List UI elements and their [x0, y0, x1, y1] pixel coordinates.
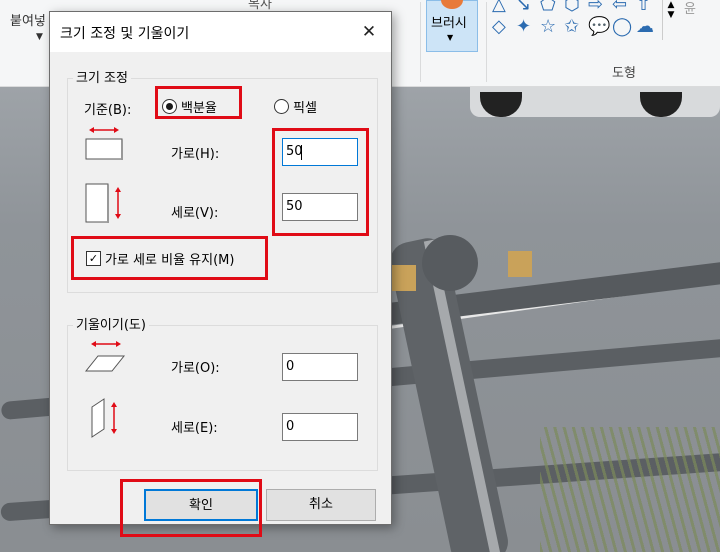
brush-icon [441, 0, 463, 9]
shape-option[interactable]: ⬡ [564, 0, 580, 14]
shape-option[interactable]: ☁ [636, 18, 654, 36]
chevron-down-icon: ▼ [447, 33, 454, 42]
railing-joint [422, 235, 478, 291]
resize-group-label: 크기 조정 [73, 67, 131, 86]
shape-option[interactable]: ◇ [492, 18, 506, 36]
vertical-label: 세로(V): [171, 206, 219, 221]
shape-option[interactable]: △ [492, 0, 506, 14]
brush-label: 브러시 [431, 16, 467, 31]
shape-option[interactable]: ◯ [612, 18, 632, 36]
skew-vertical-value: 0 [286, 419, 295, 434]
reflector-band [392, 265, 416, 291]
skew-horizontal-label: 가로(O): [171, 361, 220, 376]
basis-label: 기준(B): [84, 103, 132, 118]
shapes-group-label: 도형 [612, 66, 636, 81]
shape-option[interactable]: ↘ [516, 0, 531, 14]
shape-option[interactable]: 💬 [588, 18, 610, 36]
shapes-gallery[interactable]: △ ↘ ⬠ ⬡ ⇨ ⇦ ⇧ ◇ ✦ ☆ ✩ 💬 ◯ ☁ [492, 0, 662, 40]
pixel-radio-label: 픽셀 [293, 101, 317, 116]
skew-horizontal-input[interactable]: 0 [282, 353, 358, 381]
shape-option[interactable]: ✩ [564, 18, 579, 36]
skew-vertical-label: 세로(E): [171, 421, 218, 436]
cancel-button[interactable]: 취소 [266, 489, 376, 521]
shape-option[interactable]: ☆ [540, 18, 556, 36]
grass [540, 427, 720, 552]
radio-button[interactable] [274, 99, 289, 114]
resize-vertical-icon [85, 183, 121, 223]
shape-option[interactable]: ⇦ [612, 0, 627, 14]
dialog-titlebar[interactable]: 크기 조정 및 기울이기 ✕ [50, 12, 391, 52]
paste-button[interactable]: 붙여넣 [10, 10, 46, 29]
highlight-box-percent [155, 86, 242, 119]
shape-option[interactable]: ⬠ [540, 0, 556, 14]
pixel-radio[interactable]: 픽셀 [274, 97, 354, 117]
skew-group-label: 기울이기(도) [73, 314, 149, 333]
shape-option[interactable]: ✦ [516, 18, 531, 36]
skew-vertical-icon [91, 398, 117, 438]
brush-button[interactable]: 브러시 ▼ [426, 0, 478, 52]
close-button[interactable]: ✕ [354, 18, 384, 46]
highlight-box-ok [120, 479, 262, 537]
highlight-box-size-fields [272, 128, 369, 236]
shapes-scroll-button[interactable]: ▲ ▼ [662, 0, 679, 40]
close-icon: ✕ [361, 22, 377, 42]
skew-vertical-input[interactable]: 0 [282, 413, 358, 441]
horizontal-label: 가로(H): [171, 147, 220, 162]
resize-horizontal-icon [85, 127, 123, 160]
reflector-band [508, 251, 532, 277]
highlight-box-keep-ratio [71, 236, 268, 280]
shape-option[interactable]: ⇨ [588, 0, 603, 14]
dialog-title: 크기 조정 및 기울이기 [60, 26, 190, 42]
shape-option[interactable]: ⇧ [636, 0, 651, 14]
skew-horizontal-value: 0 [286, 359, 295, 374]
ribbon-divider [486, 2, 487, 82]
skew-horizontal-icon [84, 341, 126, 372]
outline-button[interactable]: 윤 [684, 0, 696, 17]
ribbon-divider [420, 2, 421, 82]
chevron-down-icon[interactable]: ▼ [36, 32, 43, 42]
